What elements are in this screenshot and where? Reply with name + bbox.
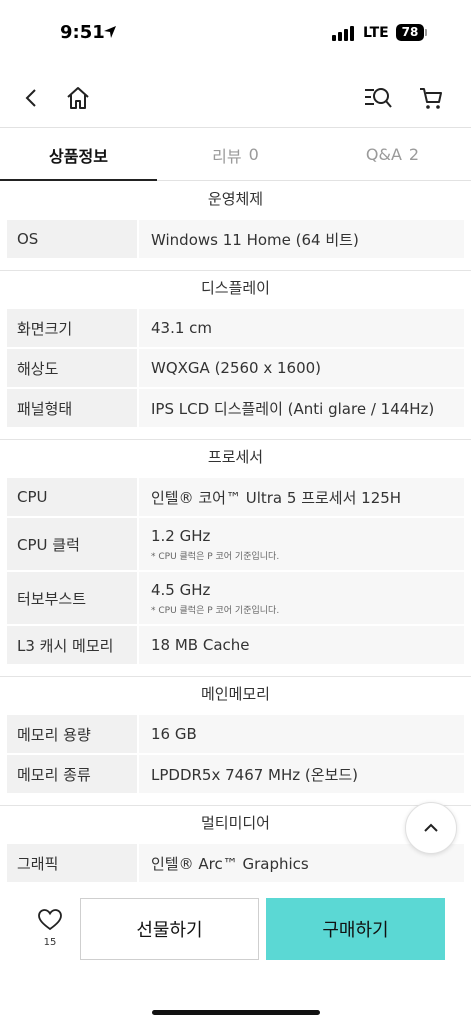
gift-button[interactable]: 선물하기 bbox=[80, 898, 259, 960]
section-title: 메인메모리 bbox=[200, 685, 270, 703]
section-os: 운영체제 OS Windows 11 Home (64 비트) bbox=[0, 182, 471, 271]
spec-label: 화면크기 bbox=[7, 309, 137, 347]
spec-label: 패널형태 bbox=[7, 389, 137, 427]
battery-tip bbox=[425, 29, 427, 36]
spec-row: 화면크기 43.1 cm bbox=[7, 309, 464, 347]
spec-row: 메모리 종류 LPDDR5x 7467 MHz (온보드) bbox=[7, 755, 464, 793]
tab-qna[interactable]: Q&A 2 bbox=[314, 129, 471, 180]
home-indicator bbox=[152, 1010, 320, 1015]
spec-note: * CPU 클럭은 P 코어 기준입니다. bbox=[151, 551, 280, 562]
section-processor: 프로세서 CPU 인텔® 코어™ Ultra 5 프로세서 125H CPU 클… bbox=[0, 440, 471, 677]
spec-row: 해상도 WQXGA (2560 x 1600) bbox=[7, 349, 464, 387]
spec-note: * CPU 클럭은 P 코어 기준입니다. bbox=[151, 605, 280, 616]
tab-reviews[interactable]: 리뷰 0 bbox=[157, 129, 314, 180]
spec-value-text: 1.2 GHz bbox=[151, 526, 211, 545]
spec-label: 해상도 bbox=[7, 349, 137, 387]
buy-button[interactable]: 구매하기 bbox=[266, 898, 445, 960]
spec-label: 메모리 용량 bbox=[7, 715, 137, 753]
scroll-top-button[interactable] bbox=[405, 802, 457, 854]
spec-value-text: 16 GB bbox=[151, 725, 197, 743]
spec-label: CPU 클럭 bbox=[7, 518, 137, 570]
cart-icon bbox=[420, 88, 442, 109]
back-arrow-icon bbox=[25, 89, 36, 107]
product-tabs: 상품정보 리뷰 0 Q&A 2 bbox=[0, 129, 471, 181]
status-bar: 9:51 LTE 78 bbox=[0, 0, 471, 68]
section-title: 프로세서 bbox=[207, 448, 264, 466]
spec-label: 그래픽 bbox=[7, 844, 137, 882]
top-navbar bbox=[0, 68, 471, 128]
search-list-icon bbox=[365, 88, 392, 108]
section-multimedia: 멀티미디어 그래픽 인텔® Arc™ Graphics bbox=[0, 806, 471, 894]
back-button[interactable] bbox=[16, 82, 48, 114]
spec-value-text: WQXGA (2560 x 1600) bbox=[151, 359, 322, 377]
spec-value: LPDDR5x 7467 MHz (온보드) bbox=[139, 755, 464, 793]
spec-row: CPU 인텔® 코어™ Ultra 5 프로세서 125H bbox=[7, 478, 464, 516]
tab-product-info[interactable]: 상품정보 bbox=[0, 129, 157, 181]
tab-label: 리뷰 bbox=[212, 146, 242, 166]
battery-icon: 78 bbox=[396, 24, 424, 41]
spec-value-text: IPS LCD 디스플레이 (Anti glare / 144Hz) bbox=[151, 399, 435, 418]
spec-value: IPS LCD 디스플레이 (Anti glare / 144Hz) bbox=[139, 389, 464, 427]
spec-label: 터보부스트 bbox=[7, 572, 137, 624]
spec-value-text: Windows 11 Home (64 비트) bbox=[151, 230, 359, 249]
section-title: 운영체제 bbox=[207, 190, 264, 208]
spec-content[interactable]: 운영체제 OS Windows 11 Home (64 비트) 디스플레이 화면… bbox=[0, 182, 471, 898]
spec-value: 43.1 cm bbox=[139, 309, 464, 347]
spec-value: 인텔® 코어™ Ultra 5 프로세서 125H bbox=[139, 478, 464, 516]
section-memory: 메인메모리 메모리 용량 16 GB 메모리 종류 LPDDR5x 7467 M… bbox=[0, 677, 471, 806]
section-title: 멀티미디어 bbox=[200, 814, 270, 832]
cart-button[interactable] bbox=[415, 82, 447, 114]
spec-row: 그래픽 인텔® Arc™ Graphics bbox=[7, 844, 464, 882]
signal-icon bbox=[332, 26, 354, 41]
like-count: 15 bbox=[43, 937, 57, 948]
bottom-action-bar: 15 선물하기 구매하기 bbox=[0, 898, 471, 1024]
like-button[interactable]: 15 bbox=[30, 908, 70, 948]
search-button[interactable] bbox=[362, 82, 394, 114]
spec-row: L3 캐시 메모리 18 MB Cache bbox=[7, 626, 464, 664]
spec-value: Windows 11 Home (64 비트) bbox=[139, 220, 464, 258]
spec-value: 18 MB Cache bbox=[139, 626, 464, 664]
section-title: 디스플레이 bbox=[200, 279, 270, 297]
status-time: 9:51 bbox=[60, 22, 105, 43]
home-icon bbox=[67, 87, 89, 109]
spec-value-text: 인텔® Arc™ Graphics bbox=[151, 854, 309, 873]
spec-value: 인텔® Arc™ Graphics bbox=[139, 844, 464, 882]
spec-label: 메모리 종류 bbox=[7, 755, 137, 793]
chevron-up-icon bbox=[424, 823, 438, 832]
section-display: 디스플레이 화면크기 43.1 cm 해상도 WQXGA (2560 x 160… bbox=[0, 271, 471, 440]
spec-row: 터보부스트 4.5 GHz * CPU 클럭은 P 코어 기준입니다. bbox=[7, 572, 464, 624]
spec-row: 메모리 용량 16 GB bbox=[7, 715, 464, 753]
spec-label: L3 캐시 메모리 bbox=[7, 626, 137, 664]
spec-value: 4.5 GHz * CPU 클럭은 P 코어 기준입니다. bbox=[139, 572, 464, 624]
spec-value-text: 18 MB Cache bbox=[151, 636, 250, 654]
spec-value: 1.2 GHz * CPU 클럭은 P 코어 기준입니다. bbox=[139, 518, 464, 570]
spec-value: WQXGA (2560 x 1600) bbox=[139, 349, 464, 387]
spec-value-text: LPDDR5x 7467 MHz (온보드) bbox=[151, 765, 359, 784]
spec-row: OS Windows 11 Home (64 비트) bbox=[7, 220, 464, 258]
tab-label: 상품정보 bbox=[49, 146, 108, 166]
heart-icon bbox=[38, 909, 62, 931]
spec-row: 패널형태 IPS LCD 디스플레이 (Anti glare / 144Hz) bbox=[7, 389, 464, 427]
network-type: LTE bbox=[363, 25, 389, 41]
tab-count: 2 bbox=[408, 145, 420, 164]
spec-label: CPU bbox=[7, 478, 137, 516]
spec-value-text: 43.1 cm bbox=[151, 319, 213, 337]
tab-label: Q&A bbox=[365, 145, 402, 164]
spec-label: OS bbox=[7, 220, 137, 258]
spec-row: CPU 클럭 1.2 GHz * CPU 클럭은 P 코어 기준입니다. bbox=[7, 518, 464, 570]
spec-value: 16 GB bbox=[139, 715, 464, 753]
home-button[interactable] bbox=[62, 82, 94, 114]
spec-value-text: 인텔® 코어™ Ultra 5 프로세서 125H bbox=[151, 488, 402, 507]
location-arrow-icon bbox=[104, 26, 116, 38]
spec-value-text: 4.5 GHz bbox=[151, 580, 211, 599]
tab-count: 0 bbox=[248, 145, 259, 164]
